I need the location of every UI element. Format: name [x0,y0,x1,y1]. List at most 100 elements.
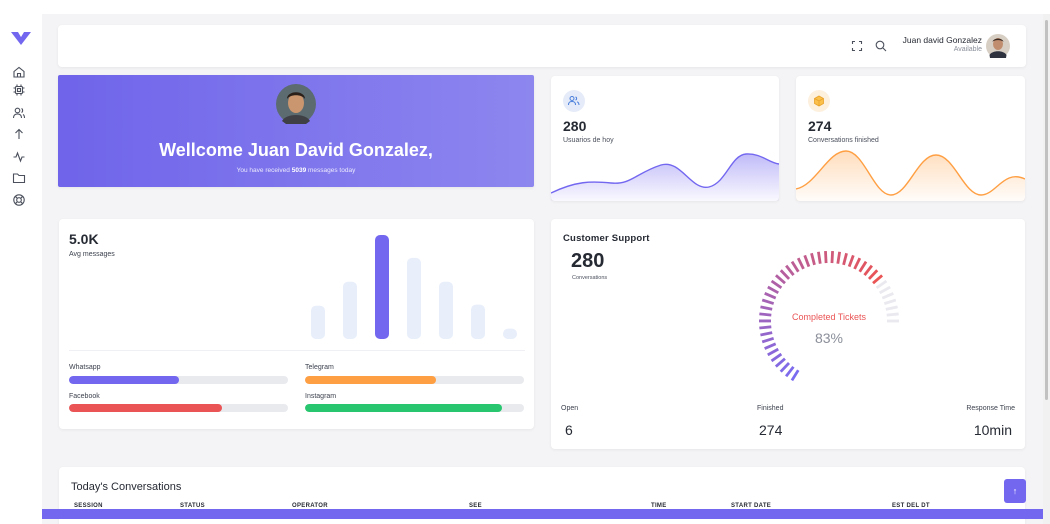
top-header: Juan david Gonzalez Available [58,25,1026,67]
users-wave-chart [551,153,779,201]
users-today-value: 280 [563,118,587,134]
channel-progress-fill [305,404,503,412]
arrow-up-icon[interactable] [12,127,26,141]
message-count: 5039 [291,167,307,174]
conversations-value: 280 [571,250,605,272]
avg-messages-label: Avg messages [69,251,115,258]
gauge-tick [770,352,783,363]
open-label: Open [561,405,579,412]
customer-support-title: Customer Support [563,233,650,244]
welcome-sub-suffix: messages today [306,167,356,174]
scrollbar-thumb[interactable] [1045,20,1048,400]
gauge-tick [790,369,800,382]
gauge-tick [775,274,786,285]
activity-icon[interactable] [12,150,26,164]
user-name[interactable]: Juan david Gonzalez [903,35,982,45]
gauge-tick [847,254,855,268]
avatar[interactable] [986,34,1010,58]
box-icon [814,95,824,107]
conversations-finished-card: 274 Conversations finished [796,76,1025,201]
channel-progress-track [305,376,524,384]
lifebuoy-icon[interactable] [12,193,26,207]
gauge-tick [790,260,800,273]
users-today-card: 280 Usuarios de hoy [551,76,779,201]
channel-progress-fill [69,376,179,384]
channel-progress-track [69,404,288,412]
gauge-tick [785,264,795,276]
gauge-tick [881,292,894,300]
message-bar [439,281,453,339]
finished-value: 274 [759,422,783,438]
gauge-tick [830,251,834,264]
gauge-tick [760,305,773,311]
customer-support-card: Customer Support 280 Conversations Compl… [551,219,1025,449]
gauge-tick [875,279,888,290]
channel-label: Whatsapp [69,364,101,371]
welcome-banner: Wellcome Juan David Gonzalez, You have r… [58,75,534,187]
channel-label: Facebook [69,393,100,400]
avg-messages-value: 5.0K [69,231,99,247]
gauge-tick [770,279,783,289]
message-bar [343,281,357,339]
response-time-label: Response Time [966,405,1015,412]
channel-label: Instagram [305,393,337,400]
gauge-tick [767,285,779,295]
gauge-tick [879,285,891,295]
user-status: Available [953,46,982,53]
gauge-label: Completed Tickets [791,312,867,322]
welcome-sub-prefix: You have received [236,167,292,174]
channel-progress-fill [305,376,437,384]
channel-label: Telegram [305,364,334,371]
gauge-tick [759,312,772,317]
gauge-tick [761,336,775,344]
gauge-tick [842,252,848,266]
gauge-tick [872,274,884,285]
conversations-table-title: Today's Conversations [71,481,182,493]
gauge-tick [863,264,873,277]
conversations-label: Conversations [572,275,608,281]
message-bar [407,257,421,339]
gauge-tick [761,298,775,305]
search-icon[interactable] [874,39,888,53]
gauge-tick [824,251,828,264]
gauge-tick [784,365,795,378]
gauge-tick [767,347,779,357]
avg-messages-card: 5.0K Avg messages Whatsapp Telegram Face… [59,219,534,429]
open-value: 6 [565,422,573,438]
fullscreen-icon[interactable] [850,39,864,53]
scroll-to-top-button[interactable]: ↑ [1004,479,1026,503]
gauge-tick [796,257,805,270]
response-time-value: 10min [973,422,1012,438]
gauge-percent: 83% [814,330,844,346]
logo-icon[interactable] [10,30,32,46]
gauge-tick [764,292,777,300]
home-icon[interactable] [12,65,26,79]
users-icon[interactable] [12,106,26,120]
welcome-title: Wellcome Juan David Gonzalez, [159,140,433,160]
gauge-tick [885,305,898,311]
gauge-tick [836,251,842,264]
gauge-tick [886,312,899,317]
sidebar [0,14,42,524]
messages-bar-chart [311,235,517,339]
gauge-tick [803,254,811,268]
message-bar [503,328,517,339]
channel-progress-fill [69,404,223,412]
gauge-tick [858,260,868,273]
avatar [276,84,316,124]
arrow-up-icon: ↑ [1012,486,1018,496]
message-bar [471,304,485,339]
gauge-tick [779,362,791,373]
folder-icon[interactable] [12,171,26,185]
users-icon-badge [563,90,585,112]
gauge-tick [810,252,816,266]
bottom-accent-bar [42,509,1043,519]
channel-progress-track [305,404,524,412]
gauge-tick [760,331,773,337]
gauge-tick [853,257,862,270]
users-icon [568,96,580,106]
gauge-tick [779,269,791,280]
message-bar [375,235,389,339]
settings-icon[interactable] [12,83,26,97]
conversations-finished-value: 274 [808,118,832,134]
